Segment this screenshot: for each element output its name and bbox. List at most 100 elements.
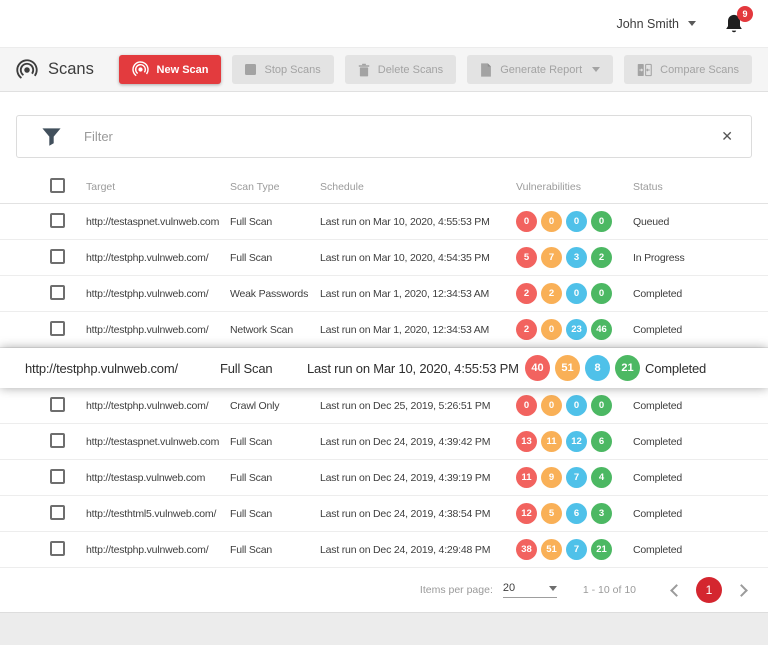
- column-header-status[interactable]: Status: [633, 181, 752, 193]
- row-target: http://testaspnet.vulnweb.com: [86, 216, 230, 228]
- previous-page-button[interactable]: [670, 584, 683, 597]
- vuln-badge-low: 23: [566, 319, 587, 340]
- row-status: Completed: [633, 436, 752, 448]
- vuln-badge-high: 2: [516, 319, 537, 340]
- row-checkbox[interactable]: [50, 213, 65, 228]
- table-row[interactable]: http://testphp.vulnweb.com/Crawl OnlyLas…: [0, 388, 768, 424]
- row-checkbox[interactable]: [50, 541, 65, 556]
- topbar: John Smith 9: [0, 0, 768, 48]
- user-menu[interactable]: John Smith: [616, 17, 696, 31]
- row-checkbox-cell: [50, 285, 86, 303]
- vuln-badge-low: 8: [585, 355, 610, 381]
- vuln-badge-low: 3: [566, 247, 587, 268]
- row-scan-type: Weak Passwords: [230, 288, 320, 300]
- row-target: http://testphp.vulnweb.com/: [86, 288, 230, 300]
- table-row[interactable]: http://testphp.vulnweb.com/Network ScanL…: [0, 312, 768, 348]
- pagination-range: 1 - 10 of 10: [583, 584, 636, 596]
- column-header-vulnerabilities[interactable]: Vulnerabilities: [516, 181, 633, 193]
- next-page-button[interactable]: [735, 584, 748, 597]
- generate-report-button[interactable]: Generate Report: [467, 55, 613, 84]
- column-header-scan-type[interactable]: Scan Type: [230, 181, 320, 193]
- table-row[interactable]: http://testaspnet.vulnweb.comFull ScanLa…: [0, 204, 768, 240]
- row-target: http://testhtml5.vulnweb.com/: [86, 508, 230, 520]
- row-status: Completed: [633, 544, 752, 556]
- items-per-page-label: Items per page:: [420, 584, 493, 596]
- page-title: Scans: [48, 60, 94, 79]
- row-checkbox[interactable]: [50, 469, 65, 484]
- row-checkbox[interactable]: [50, 249, 65, 264]
- row-vulnerabilities: 0000: [516, 211, 633, 232]
- app-root: John Smith 9 Scans: [0, 0, 768, 645]
- table-row[interactable]: http://testphp.vulnweb.com/Full ScanLast…: [0, 532, 768, 568]
- table-row[interactable]: http://testhtml5.vulnweb.com/Full ScanLa…: [0, 496, 768, 532]
- chevron-down-icon: [592, 67, 600, 72]
- row-scan-type: Full Scan: [220, 361, 307, 376]
- notifications-button[interactable]: 9: [724, 13, 744, 35]
- delete-scans-button[interactable]: Delete Scans: [345, 55, 456, 84]
- row-schedule: Last run on Dec 24, 2019, 4:39:19 PM: [320, 472, 516, 484]
- row-target: http://testasp.vulnweb.com: [86, 472, 230, 484]
- vuln-badge-low: 12: [566, 431, 587, 452]
- row-scan-type: Crawl Only: [230, 400, 320, 412]
- vuln-badge-low: 0: [566, 211, 587, 232]
- row-checkbox[interactable]: [50, 505, 65, 520]
- filter-icon: [41, 126, 62, 147]
- row-checkbox[interactable]: [50, 321, 65, 336]
- clear-filter-button[interactable]: ✕: [721, 128, 733, 145]
- row-status: In Progress: [633, 252, 752, 264]
- compare-scans-button[interactable]: Compare Scans: [624, 55, 752, 84]
- row-vulnerabilities: 5732: [516, 247, 633, 268]
- table-row[interactable]: http://testphp.vulnweb.com/Weak Password…: [0, 276, 768, 312]
- vuln-badge-informational: 46: [591, 319, 612, 340]
- toolbar-buttons: New Scan Stop Scans Delete Scans: [119, 55, 752, 84]
- table-row[interactable]: http://testaspnet.vulnweb.comFull ScanLa…: [0, 424, 768, 460]
- row-checkbox-cell: [50, 213, 86, 231]
- vuln-badge-medium: 51: [555, 355, 580, 381]
- select-all-checkbox[interactable]: [50, 178, 65, 193]
- table-row[interactable]: http://testphp.vulnweb.com/Full ScanLast…: [0, 240, 768, 276]
- user-name: John Smith: [616, 17, 679, 31]
- document-icon: [480, 63, 492, 77]
- scan-icon: [132, 61, 149, 78]
- row-checkbox[interactable]: [50, 433, 65, 448]
- row-checkbox-cell: [50, 469, 86, 487]
- row-vulnerabilities: 3851721: [516, 539, 633, 560]
- notification-badge: 9: [737, 6, 753, 22]
- filter-input[interactable]: Filter: [84, 129, 699, 144]
- current-page-button[interactable]: 1: [696, 577, 722, 603]
- stop-scans-button[interactable]: Stop Scans: [232, 55, 333, 84]
- row-schedule: Last run on Mar 10, 2020, 4:55:53 PM: [320, 216, 516, 228]
- vuln-badge-informational: 3: [591, 503, 612, 524]
- compare-scans-label: Compare Scans: [660, 64, 739, 76]
- row-checkbox-cell: [50, 249, 86, 267]
- vuln-badge-informational: 21: [591, 539, 612, 560]
- table-row-highlighted[interactable]: http://testphp.vulnweb.com/Full ScanLast…: [0, 348, 768, 388]
- vuln-badge-high: 12: [516, 503, 537, 524]
- pagination: Items per page: 20 1 - 10 of 10 1: [0, 568, 768, 612]
- row-target: http://testphp.vulnweb.com/: [25, 361, 220, 376]
- row-schedule: Last run on Mar 10, 2020, 4:54:35 PM: [320, 252, 516, 264]
- row-checkbox-cell: [50, 505, 86, 523]
- row-status: Completed: [645, 361, 752, 376]
- vuln-badge-medium: 11: [541, 431, 562, 452]
- vuln-badge-high: 40: [525, 355, 550, 381]
- row-checkbox-cell: [50, 433, 86, 451]
- row-target: http://testphp.vulnweb.com/: [86, 400, 230, 412]
- table-row[interactable]: http://testasp.vulnweb.comFull ScanLast …: [0, 460, 768, 496]
- column-header-target[interactable]: Target: [86, 181, 230, 193]
- new-scan-button[interactable]: New Scan: [119, 55, 222, 84]
- vuln-badge-informational: 0: [591, 211, 612, 232]
- delete-scans-label: Delete Scans: [378, 64, 443, 76]
- select-all-cell: [50, 178, 86, 196]
- row-scan-type: Full Scan: [230, 252, 320, 264]
- vuln-badge-medium: 0: [541, 395, 562, 416]
- filter-bar[interactable]: Filter ✕: [16, 115, 752, 158]
- row-vulnerabilities: 202346: [516, 319, 633, 340]
- row-checkbox[interactable]: [50, 397, 65, 412]
- vuln-badge-medium: 5: [541, 503, 562, 524]
- row-schedule: Last run on Dec 24, 2019, 4:38:54 PM: [320, 508, 516, 520]
- column-header-schedule[interactable]: Schedule: [320, 181, 516, 193]
- row-checkbox[interactable]: [50, 285, 65, 300]
- vuln-badge-medium: 51: [541, 539, 562, 560]
- items-per-page-select[interactable]: 20: [503, 582, 557, 598]
